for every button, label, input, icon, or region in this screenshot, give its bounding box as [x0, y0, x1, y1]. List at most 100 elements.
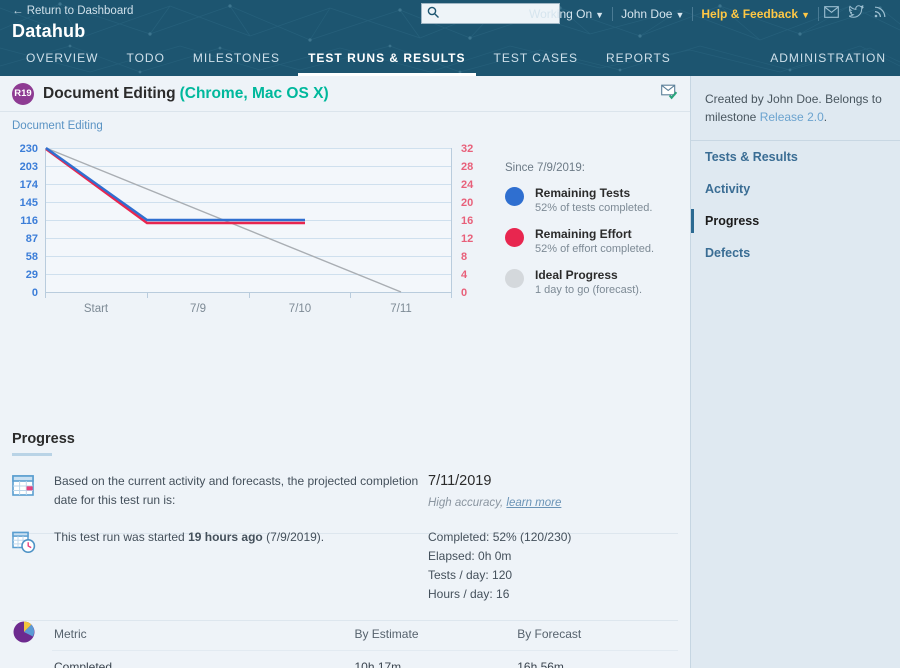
- search-icon: [427, 6, 440, 22]
- sidebar-item-progress[interactable]: Progress: [691, 205, 900, 237]
- menu-working-on-label: Working On: [529, 7, 592, 21]
- started-duration: 19 hours ago: [188, 530, 263, 544]
- menu-user-label: John Doe: [621, 7, 672, 21]
- svg-text:7/10: 7/10: [289, 303, 311, 315]
- tab-reports[interactable]: REPORTS: [592, 44, 685, 76]
- pie-chart-icon: [12, 618, 52, 668]
- legend-item-ideal-progress: Ideal Progress 1 day to go (forecast).: [505, 268, 685, 296]
- legend-sub: 52% of tests completed.: [535, 202, 652, 214]
- stat-hours-per-day: Hours / day: 16: [428, 585, 678, 604]
- sidebar-item-tests-results[interactable]: Tests & Results: [691, 141, 900, 173]
- tab-test-cases[interactable]: TEST CASES: [480, 44, 592, 76]
- svg-text:0: 0: [461, 287, 467, 299]
- menu-help-feedback[interactable]: Help & Feedback▼: [693, 0, 818, 29]
- column-by-estimate: By Estimate: [352, 618, 515, 651]
- legend-item-remaining-tests: Remaining Tests 52% of tests completed.: [505, 186, 685, 214]
- projected-completion-value: 7/11/2019 High accuracy, learn more: [428, 472, 678, 513]
- column-metric: Metric: [52, 618, 352, 651]
- svg-text:4: 4: [461, 269, 468, 281]
- chart-legend: Since 7/9/2019: Remaining Tests 52% of t…: [505, 162, 685, 309]
- projected-completion-row: Based on the current activity and foreca…: [12, 472, 678, 534]
- top-right-menus: Working On▼ John Doe▼ Help & Feedback▼: [521, 0, 892, 28]
- run-stats: Completed: 52% (120/230) Elapsed: 0h 0m …: [428, 528, 678, 604]
- legend-item-remaining-effort: Remaining Effort 52% of effort completed…: [505, 227, 685, 255]
- test-run-started-text: This test run was started 19 hours ago (…: [54, 528, 428, 604]
- main-navigation: OVERVIEW TODO MILESTONES TEST RUNS & RES…: [0, 44, 900, 76]
- svg-text:16: 16: [461, 215, 473, 227]
- svg-text:24: 24: [461, 179, 474, 191]
- run-header: R19 Document Editing (Chrome, Mac OS X): [0, 76, 690, 112]
- run-meta-note: Created by John Doe. Belongs to mileston…: [691, 76, 900, 141]
- test-run-started-row: This test run was started 19 hours ago (…: [12, 528, 678, 621]
- svg-text:29: 29: [26, 269, 38, 281]
- return-to-dashboard-link[interactable]: ← Return to Dashboard: [12, 5, 133, 17]
- sidebar-item-defects[interactable]: Defects: [691, 237, 900, 269]
- run-configuration: (Chrome, Mac OS X): [180, 85, 329, 103]
- menu-user[interactable]: John Doe▼: [613, 0, 692, 29]
- metric-table-block: Metric By Estimate By Forecast Completed…: [12, 618, 678, 668]
- stat-completed: Completed: 52% (120/230): [428, 528, 678, 547]
- projected-completion-text: Based on the current activity and foreca…: [54, 472, 428, 513]
- stat-tests-per-day: Tests / day: 120: [428, 566, 678, 585]
- right-sidebar: Created by John Doe. Belongs to mileston…: [690, 76, 900, 668]
- svg-text:7/9: 7/9: [190, 303, 206, 315]
- menu-help-feedback-label: Help & Feedback: [701, 7, 798, 21]
- cell-forecast: 16h 56m: [515, 651, 678, 668]
- progress-section-header: Progress: [12, 431, 75, 456]
- sidebar-item-activity[interactable]: Activity: [691, 173, 900, 205]
- progress-title: Progress: [12, 431, 75, 447]
- chevron-down-icon: ▼: [595, 10, 604, 20]
- legend-dot-grey: [505, 269, 524, 288]
- started-suffix: (7/9/2019).: [263, 530, 324, 544]
- svg-text:116: 116: [20, 215, 38, 227]
- svg-text:8: 8: [461, 251, 467, 263]
- svg-text:20: 20: [461, 197, 473, 209]
- milestone-link[interactable]: Release 2.0: [760, 110, 824, 124]
- table-row: Completed 10h 17m 16h 56m: [52, 651, 678, 668]
- page-body: R19 Document Editing (Chrome, Mac OS X) …: [0, 76, 900, 668]
- cell-estimate: 10h 17m: [352, 651, 515, 668]
- svg-text:203: 203: [20, 161, 38, 173]
- metric-table: Metric By Estimate By Forecast Completed…: [52, 618, 678, 668]
- learn-more-link[interactable]: learn more: [506, 497, 561, 509]
- note-suffix: .: [824, 110, 827, 124]
- main-content: R19 Document Editing (Chrome, Mac OS X) …: [0, 76, 690, 668]
- svg-text:28: 28: [461, 161, 473, 173]
- tab-todo[interactable]: TODO: [112, 44, 178, 76]
- projected-date: 7/11/2019: [428, 472, 678, 491]
- calendar-clock-icon: [12, 528, 54, 604]
- mail-icon[interactable]: [819, 0, 844, 28]
- legend-name: Ideal Progress: [535, 268, 642, 282]
- tab-milestones[interactable]: MILESTONES: [179, 44, 294, 76]
- started-prefix: This test run was started: [54, 530, 188, 544]
- rss-icon[interactable]: [869, 0, 892, 28]
- svg-text:7/11: 7/11: [390, 303, 412, 315]
- mail-check-icon[interactable]: [661, 84, 678, 103]
- tab-administration[interactable]: ADMINISTRATION: [770, 44, 900, 76]
- twitter-icon[interactable]: [844, 0, 869, 28]
- legend-name: Remaining Effort: [535, 227, 654, 241]
- accuracy-note: High accuracy, learn more: [428, 494, 678, 513]
- tab-test-runs-results[interactable]: TEST RUNS & RESULTS: [294, 44, 479, 76]
- legend-name: Remaining Tests: [535, 186, 652, 200]
- svg-text:87: 87: [26, 233, 38, 245]
- calendar-icon: [12, 472, 54, 513]
- cell-metric: Completed: [52, 651, 352, 668]
- svg-text:230: 230: [20, 143, 38, 155]
- accuracy-text: High accuracy,: [428, 497, 506, 509]
- brand-title: Datahub: [12, 21, 85, 42]
- menu-working-on[interactable]: Working On▼: [521, 0, 612, 29]
- svg-text:12: 12: [461, 233, 473, 245]
- legend-dot-red: [505, 228, 524, 247]
- tab-overview[interactable]: OVERVIEW: [12, 44, 112, 76]
- page-title: Document Editing: [43, 85, 176, 103]
- svg-text:0: 0: [32, 287, 38, 299]
- chart-title-link[interactable]: Document Editing: [12, 120, 103, 132]
- legend-since-label: Since 7/9/2019:: [505, 162, 685, 174]
- legend-sub: 52% of effort completed.: [535, 243, 654, 255]
- chevron-down-icon: ▼: [675, 10, 684, 20]
- svg-text:58: 58: [26, 251, 38, 263]
- nav-tabs: OVERVIEW TODO MILESTONES TEST RUNS & RES…: [0, 44, 685, 76]
- column-by-forecast: By Forecast: [515, 618, 678, 651]
- title-underline: [12, 453, 52, 456]
